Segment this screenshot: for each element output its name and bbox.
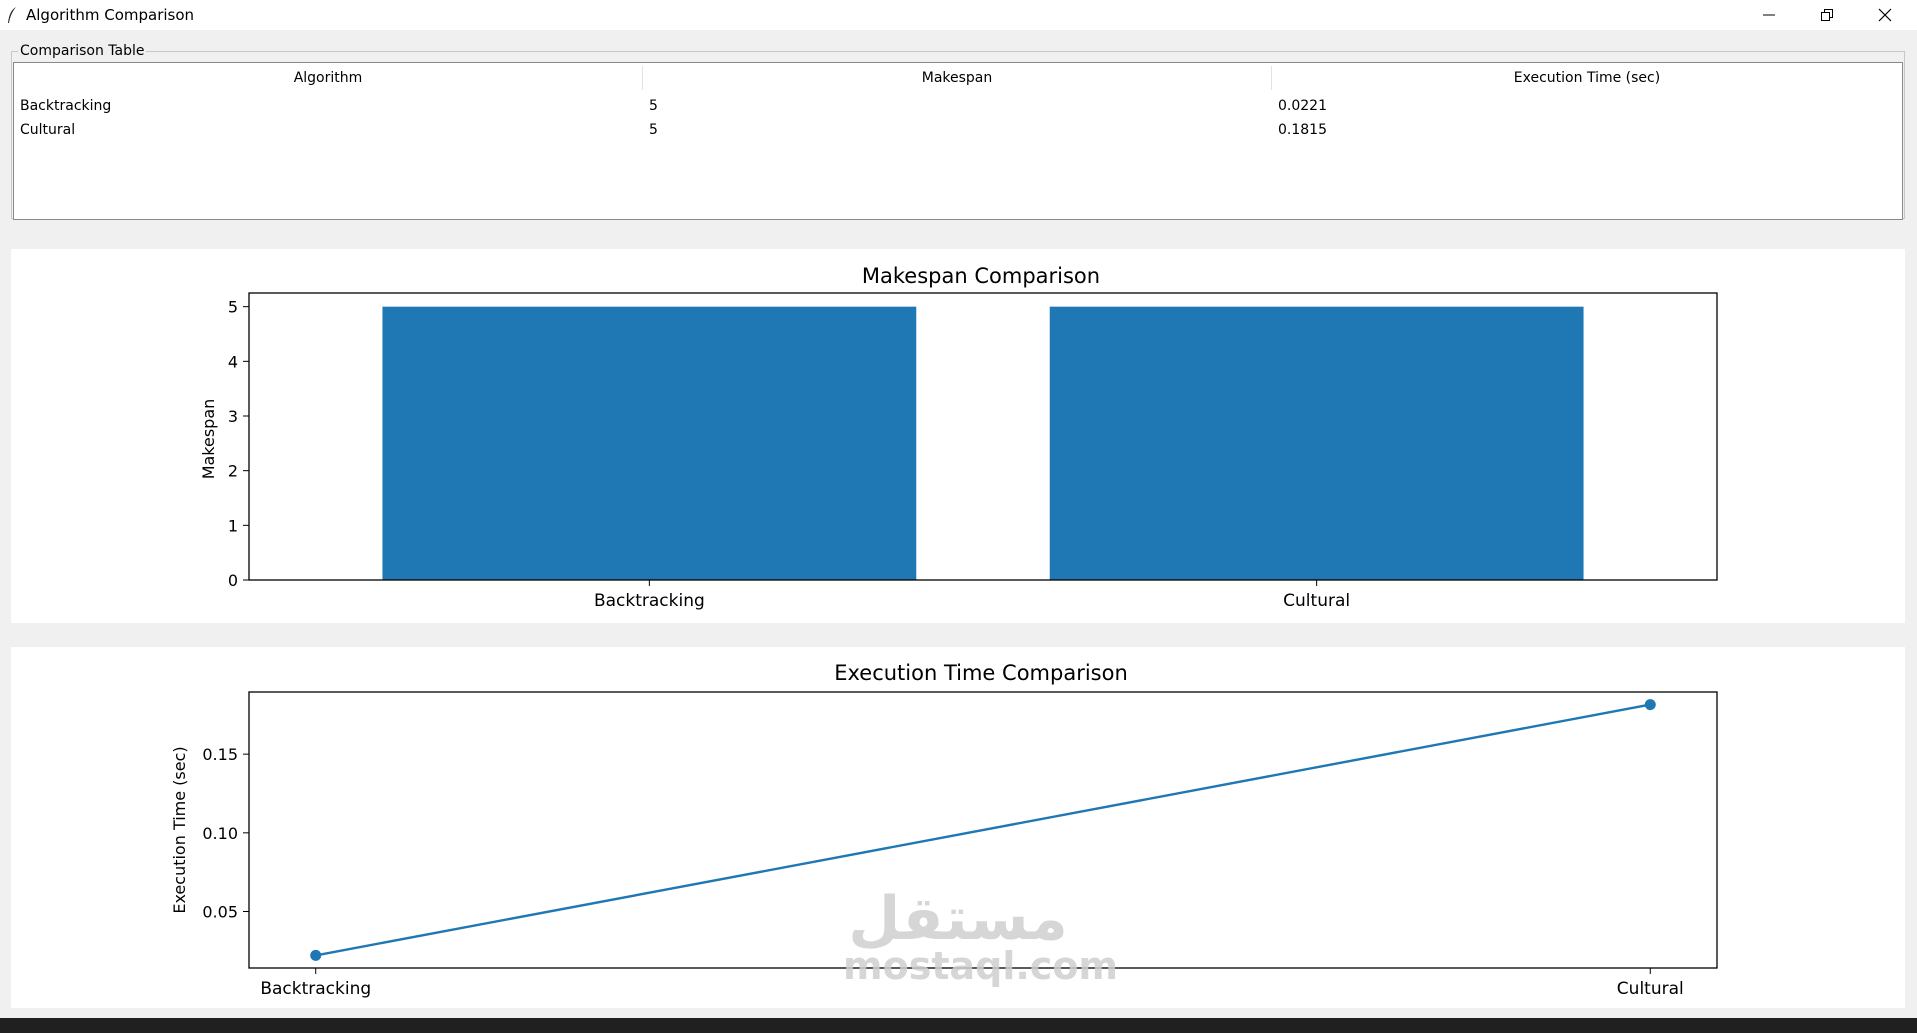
y-tick-label: 5 (228, 298, 238, 317)
restore-button[interactable] (1798, 0, 1856, 30)
execution-time-chart-panel: Execution Time Comparison Execution Time… (11, 647, 1905, 1008)
comparison-table-label: Comparison Table (18, 43, 147, 59)
bar-cultural (1049, 306, 1584, 580)
bar-backtracking (382, 306, 917, 580)
feather-icon (8, 7, 16, 23)
chart-title: Execution Time Comparison (834, 661, 1128, 685)
y-tick-label: 4 (228, 352, 238, 371)
y-axis-label: Execution Time (sec) (170, 746, 189, 913)
makespan-bar-chart: Makespan Comparison Makespan Backtrackin… (199, 264, 1718, 611)
x-tick-label: Backtracking (594, 591, 705, 611)
makespan-chart-panel: Makespan Comparison Makespan Backtrackin… (11, 249, 1905, 623)
series-line (315, 703, 1651, 957)
close-button[interactable] (1856, 0, 1914, 30)
cell-execution-time: 0.1815 (1278, 122, 1327, 138)
y-tick-label: 0.10 (202, 824, 238, 843)
y-tick-label: 0.05 (202, 903, 238, 922)
y-tick-label: 1 (228, 516, 238, 535)
chart-title: Makespan Comparison (862, 264, 1100, 288)
x-tick-label: Cultural (1617, 979, 1684, 999)
minimize-button[interactable] (1740, 0, 1798, 30)
window-title: Algorithm Comparison (26, 6, 195, 24)
column-header-execution-time[interactable]: Execution Time (sec) (1272, 63, 1902, 93)
cell-makespan: 5 (649, 98, 658, 114)
column-header-makespan[interactable]: Makespan (643, 63, 1271, 93)
y-tick-label: 0 (228, 571, 238, 590)
x-tick-label: Backtracking (260, 979, 371, 999)
close-icon (1878, 8, 1892, 22)
data-point-backtracking (310, 949, 322, 961)
cell-execution-time: 0.0221 (1278, 98, 1327, 114)
y-axis-label: Makespan (199, 399, 218, 480)
comparison-table[interactable]: Algorithm Makespan Execution Time (sec) … (13, 62, 1903, 220)
data-point-cultural (1644, 699, 1656, 711)
taskbar[interactable] (0, 1018, 1917, 1033)
column-header-algorithm[interactable]: Algorithm (14, 63, 642, 93)
table-row[interactable]: Cultural 5 0.1815 (14, 118, 1902, 142)
restore-icon (1821, 9, 1833, 21)
y-tick-label: 3 (228, 407, 238, 426)
cell-makespan: 5 (649, 122, 658, 138)
cell-algorithm: Backtracking (20, 98, 112, 114)
table-row[interactable]: Backtracking 5 0.0221 (14, 94, 1902, 118)
y-tick-label: 0.15 (202, 745, 238, 764)
y-tick-label: 2 (228, 462, 238, 481)
x-tick-label: Cultural (1283, 591, 1350, 611)
cell-algorithm: Cultural (20, 122, 76, 138)
table-header: Algorithm Makespan Execution Time (sec) (14, 63, 1902, 93)
execution-time-line-chart: Execution Time Comparison Execution Time… (170, 661, 1718, 999)
window-title-bar[interactable]: Algorithm Comparison (0, 0, 1917, 30)
minimize-icon (1763, 14, 1775, 16)
